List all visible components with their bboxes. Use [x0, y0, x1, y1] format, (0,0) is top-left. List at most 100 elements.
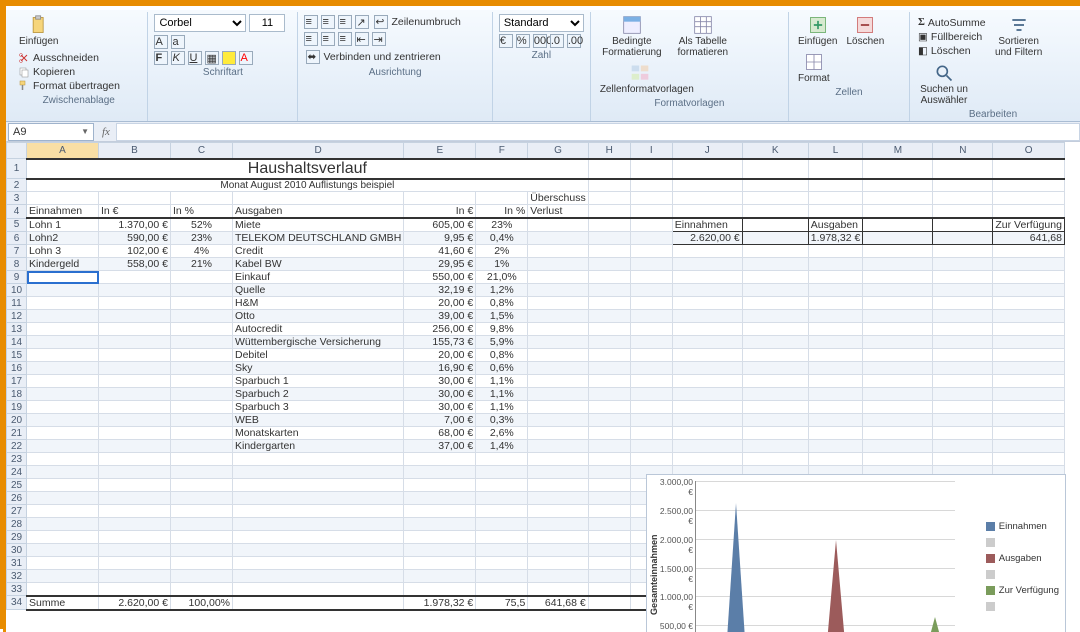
- cell[interactable]: [808, 336, 863, 349]
- cell[interactable]: [171, 466, 233, 479]
- cell[interactable]: [171, 271, 233, 284]
- cell[interactable]: [630, 388, 672, 401]
- column-header-K[interactable]: K: [742, 143, 808, 159]
- cell[interactable]: 641,68 €: [528, 596, 588, 610]
- cell[interactable]: [672, 375, 742, 388]
- cell[interactable]: [933, 375, 993, 388]
- cell[interactable]: [742, 192, 808, 205]
- cell[interactable]: [933, 192, 993, 205]
- cell[interactable]: [672, 271, 742, 284]
- row-header[interactable]: 15: [7, 349, 27, 362]
- cell[interactable]: [404, 557, 476, 570]
- cell[interactable]: [630, 401, 672, 414]
- cell[interactable]: [742, 401, 808, 414]
- cell[interactable]: Sparbuch 3: [233, 401, 404, 414]
- cell[interactable]: 0,8%: [476, 297, 528, 310]
- cell[interactable]: [863, 232, 933, 245]
- cell[interactable]: [476, 544, 528, 557]
- row-header[interactable]: 3: [7, 192, 27, 205]
- cell[interactable]: Kindergeld: [27, 258, 99, 271]
- cell[interactable]: [528, 531, 588, 544]
- cell[interactable]: [528, 401, 588, 414]
- cell[interactable]: [27, 479, 99, 492]
- cell[interactable]: [863, 245, 933, 258]
- cell[interactable]: [588, 323, 630, 336]
- cell[interactable]: [233, 479, 404, 492]
- cell[interactable]: H&M: [233, 297, 404, 310]
- cell[interactable]: [742, 453, 808, 466]
- cell[interactable]: [99, 271, 171, 284]
- cell[interactable]: 23%: [476, 218, 528, 232]
- cell[interactable]: [588, 336, 630, 349]
- cell[interactable]: [404, 466, 476, 479]
- copy-button[interactable]: Kopieren: [16, 65, 122, 79]
- cell[interactable]: [99, 427, 171, 440]
- cell[interactable]: [808, 310, 863, 323]
- cell[interactable]: [476, 505, 528, 518]
- cell[interactable]: [933, 440, 993, 453]
- cell[interactable]: [27, 570, 99, 583]
- cell[interactable]: [933, 284, 993, 297]
- row-header[interactable]: 12: [7, 310, 27, 323]
- cell[interactable]: [742, 218, 808, 232]
- cell[interactable]: [808, 205, 863, 219]
- cell[interactable]: [99, 583, 171, 596]
- cell[interactable]: [27, 466, 99, 479]
- cell[interactable]: [672, 440, 742, 453]
- cell[interactable]: [993, 401, 1065, 414]
- cell[interactable]: [171, 505, 233, 518]
- cell[interactable]: 75,5: [476, 596, 528, 610]
- cell[interactable]: [171, 518, 233, 531]
- row-header[interactable]: 10: [7, 284, 27, 297]
- cell[interactable]: [171, 557, 233, 570]
- cell[interactable]: Ausgaben: [808, 218, 863, 232]
- cell[interactable]: [993, 258, 1065, 271]
- cell[interactable]: [99, 531, 171, 544]
- cell[interactable]: [630, 349, 672, 362]
- row-header[interactable]: 25: [7, 479, 27, 492]
- selected-cell[interactable]: [27, 271, 99, 284]
- cell[interactable]: Kabel BW: [233, 258, 404, 271]
- cell[interactable]: [863, 258, 933, 271]
- cell[interactable]: Monatskarten: [233, 427, 404, 440]
- cell[interactable]: [863, 179, 933, 192]
- cell[interactable]: [404, 492, 476, 505]
- align-bottom-button[interactable]: ≡: [338, 15, 352, 29]
- cell[interactable]: [863, 297, 933, 310]
- cell[interactable]: [476, 192, 528, 205]
- cell[interactable]: [588, 427, 630, 440]
- format-cells-button[interactable]: Format: [795, 51, 833, 85]
- cell[interactable]: [588, 362, 630, 375]
- column-header-O[interactable]: O: [993, 143, 1065, 159]
- row-header[interactable]: 7: [7, 245, 27, 258]
- align-middle-button[interactable]: ≡: [321, 15, 335, 29]
- cell[interactable]: [933, 336, 993, 349]
- row-header[interactable]: 11: [7, 297, 27, 310]
- row-header[interactable]: 31: [7, 557, 27, 570]
- cell[interactable]: [588, 271, 630, 284]
- column-header-J[interactable]: J: [672, 143, 742, 159]
- underline-button[interactable]: U: [188, 51, 202, 65]
- row-header[interactable]: 26: [7, 492, 27, 505]
- cell[interactable]: [808, 179, 863, 192]
- orientation-button[interactable]: ↗: [355, 15, 369, 29]
- cell[interactable]: [404, 518, 476, 531]
- cell[interactable]: [588, 531, 630, 544]
- cell[interactable]: [27, 505, 99, 518]
- percent-button[interactable]: %: [516, 34, 530, 48]
- cell[interactable]: 30,00 €: [404, 375, 476, 388]
- cell[interactable]: [742, 271, 808, 284]
- row-header[interactable]: 29: [7, 531, 27, 544]
- cell[interactable]: [528, 297, 588, 310]
- cell[interactable]: [672, 192, 742, 205]
- cell[interactable]: [808, 453, 863, 466]
- cell[interactable]: [171, 583, 233, 596]
- cell[interactable]: [933, 159, 993, 179]
- cell[interactable]: [672, 179, 742, 192]
- cut-button[interactable]: Ausschneiden: [16, 51, 122, 65]
- cell[interactable]: [233, 518, 404, 531]
- cell[interactable]: [528, 245, 588, 258]
- cell[interactable]: [99, 375, 171, 388]
- cell[interactable]: [233, 466, 404, 479]
- cell[interactable]: [808, 414, 863, 427]
